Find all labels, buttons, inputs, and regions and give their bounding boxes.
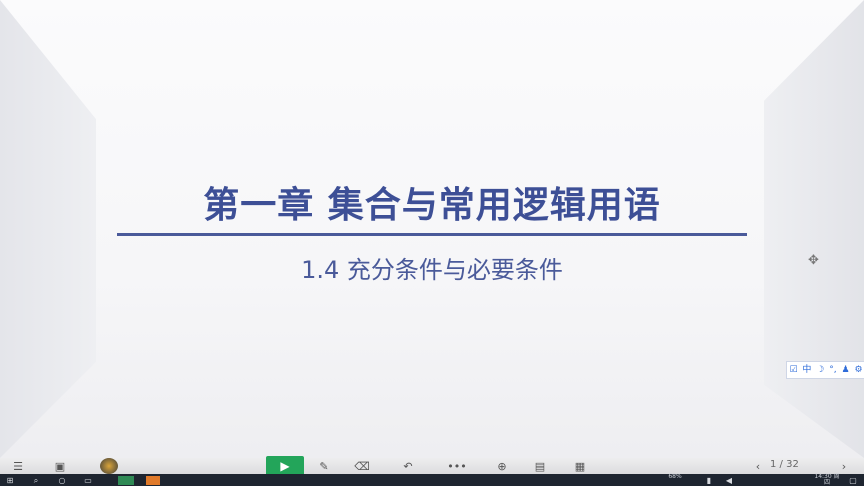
taskbar-app-green[interactable] (118, 476, 134, 485)
slide-decoration-left (0, 0, 96, 458)
title-underline (117, 233, 747, 236)
slide-title: 第一章 集合与常用逻辑用语 (203, 185, 661, 226)
cortana-icon[interactable]: ○ (56, 476, 68, 485)
tray-volume-icon[interactable]: ◀ (724, 476, 734, 485)
tray-network-icon[interactable]: ▮ (704, 476, 714, 485)
move-cursor-icon: ✥ (808, 253, 819, 268)
task-view-icon[interactable]: ▭ (82, 476, 94, 485)
taskbar-app-orange[interactable] (146, 476, 160, 485)
windows-start-icon[interactable]: ⊞ (4, 476, 16, 485)
screen-icon[interactable]: ▤ (530, 458, 550, 474)
ime-settings-icon[interactable]: ⚙ (854, 363, 862, 377)
undo-icon[interactable]: ↶ (398, 458, 418, 474)
menu-icon[interactable]: ☰ (8, 458, 28, 474)
eraser-icon[interactable]: ⌫ (352, 458, 372, 474)
slide-subtitle: 1.4 充分条件与必要条件 (301, 256, 563, 284)
slides-icon[interactable]: ▣ (50, 458, 70, 474)
app-logo (100, 458, 118, 474)
ime-punctuation-icon[interactable]: °, (829, 363, 836, 377)
ime-moon-icon[interactable]: ☽ (816, 363, 824, 377)
search-icon[interactable]: ⌕ (30, 476, 42, 485)
play-button[interactable]: ▶ (266, 456, 304, 476)
ime-chinese-mode[interactable]: 中 (802, 363, 811, 377)
magnifier-icon[interactable]: ⊕ (492, 458, 512, 474)
clock: 14:30 周四 (814, 473, 840, 486)
ime-user-icon[interactable]: ♟ (841, 363, 849, 377)
presentation-toolbar (0, 458, 864, 474)
presentation-slide: 第一章 集合与常用逻辑用语 1.4 充分条件与必要条件 ✥ ☑ 中 ☽ °, ♟… (0, 0, 864, 458)
pen-icon[interactable]: ✎ (314, 458, 334, 474)
battery-indicator: 68% (668, 473, 682, 480)
note-icon[interactable]: ▦ (570, 458, 590, 474)
next-page-button[interactable]: › (838, 458, 850, 474)
ime-logo-icon[interactable]: ☑ (789, 363, 797, 377)
slide-decoration-right (764, 0, 864, 458)
ime-toolbar[interactable]: ☑ 中 ☽ °, ♟ ⚙ (786, 361, 864, 379)
prev-page-button[interactable]: ‹ (752, 458, 764, 474)
more-icon[interactable]: ••• (446, 458, 468, 474)
notification-icon[interactable]: ▢ (848, 476, 858, 485)
page-indicator: 1 / 32 (770, 459, 799, 470)
